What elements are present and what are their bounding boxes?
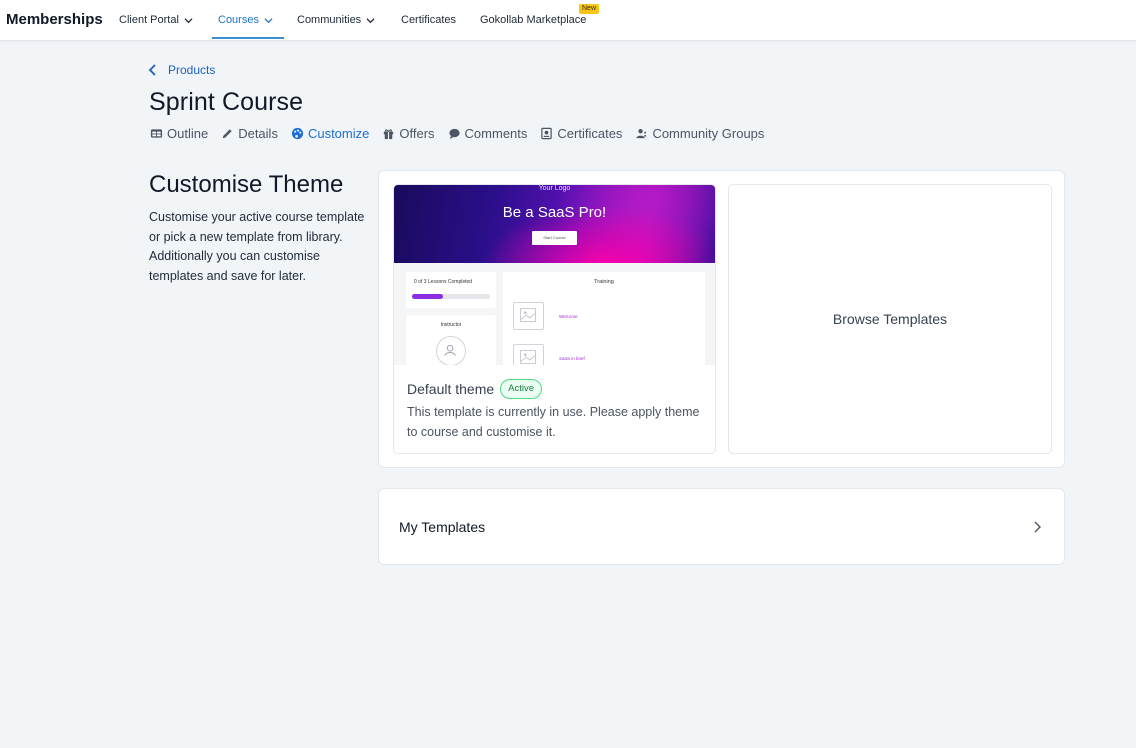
- nav-label: Courses: [218, 14, 259, 26]
- preview-progress-fill: [412, 294, 444, 299]
- pencil-icon: [223, 129, 232, 139]
- chevron-down-icon: [184, 17, 193, 23]
- brand-title: Memberships: [6, 11, 103, 28]
- nav-courses[interactable]: Courses: [218, 14, 273, 26]
- user-icon: [444, 344, 456, 356]
- my-templates-row[interactable]: My Templates: [378, 488, 1065, 565]
- default-theme-card[interactable]: Your Logo Be a SaaS Pro! Start Course 0 …: [393, 184, 716, 454]
- chevron-down-icon: [366, 17, 375, 23]
- section-title: Customise Theme: [149, 171, 344, 198]
- tab-offers[interactable]: Offers: [382, 126, 435, 141]
- table-icon: [150, 129, 163, 138]
- top-nav: Memberships Client Portal Courses Commun…: [0, 0, 1136, 41]
- nav-communities[interactable]: Communities: [297, 14, 375, 26]
- page-title: Sprint Course: [149, 88, 304, 116]
- preview-instructor-label: Instructor: [440, 322, 462, 328]
- preview-progress-bar: [412, 294, 490, 299]
- theme-name-row: Default theme Active: [407, 379, 543, 399]
- chevron-left-icon: [148, 64, 156, 76]
- preview-training-card: Training Welcome SaaS in brief: [503, 272, 705, 365]
- tab-customize[interactable]: Customize: [291, 126, 369, 141]
- active-nav-indicator: [212, 37, 284, 39]
- tab-outline[interactable]: Outline: [150, 126, 208, 141]
- section-description: Customise your active course template or…: [149, 210, 365, 283]
- preview-hero: Your Logo Be a SaaS Pro! Start Course: [394, 185, 715, 263]
- certificate-icon: [541, 127, 553, 140]
- tab-label: Certificates: [557, 126, 623, 141]
- theme-name: Default theme: [407, 381, 495, 397]
- preview-logo: Your Logo: [538, 185, 571, 192]
- tab-label: Outline: [167, 126, 209, 141]
- preview-hero-title: Be a SaaS Pro!: [502, 204, 607, 221]
- new-badge: New: [579, 4, 600, 14]
- nav-label: Gokollab Marketplace: [480, 14, 587, 26]
- nav-marketplace[interactable]: Gokollab Marketplace: [480, 14, 586, 26]
- nav-label: Communities: [297, 14, 362, 26]
- chevron-down-icon: [264, 17, 273, 23]
- preview-training-label: Training: [594, 279, 614, 285]
- image-placeholder-icon: [513, 344, 544, 365]
- theme-preview: Your Logo Be a SaaS Pro! Start Course 0 …: [394, 185, 715, 365]
- preview-lesson: SaaS in brief: [559, 356, 585, 361]
- tab-label: Comments: [464, 126, 528, 141]
- tab-label: Customize: [307, 126, 370, 141]
- nav-client-portal[interactable]: Client Portal: [119, 14, 193, 26]
- users-icon: [636, 129, 647, 139]
- breadcrumb-label: Products: [168, 63, 216, 77]
- browse-templates-card[interactable]: Browse Templates: [728, 184, 1052, 454]
- preview-instructor-card: Instructor: [406, 315, 496, 365]
- preview-lesson: Welcome: [559, 314, 578, 319]
- nav-certificates[interactable]: Certificates: [401, 14, 456, 26]
- course-tabs: Outline Details Customize Offers Comment…: [150, 126, 777, 141]
- preview-start-button: Start Course: [532, 231, 577, 245]
- image-placeholder-icon: [513, 302, 544, 330]
- palette-icon: [291, 127, 304, 140]
- preview-progress-card: 0 of 3 Lessons Completed: [406, 272, 496, 308]
- status-badge: Active: [500, 379, 543, 399]
- avatar: [436, 336, 466, 365]
- chevron-right-icon: [1034, 521, 1041, 533]
- tab-community-groups[interactable]: Community Groups: [635, 126, 764, 141]
- tab-details[interactable]: Details: [221, 126, 278, 141]
- preview-progress-label: 0 of 3 Lessons Completed: [414, 279, 473, 285]
- gift-icon: [384, 129, 394, 140]
- tab-label: Offers: [399, 126, 435, 141]
- chat-bubble-icon: [448, 128, 460, 140]
- nav-label: Client Portal: [119, 14, 179, 26]
- nav-label: Certificates: [401, 14, 457, 26]
- my-templates-label: My Templates: [399, 519, 486, 535]
- back-to-products-link[interactable]: Products: [148, 63, 215, 77]
- tab-certificates[interactable]: Certificates: [540, 126, 622, 141]
- theme-description: This template is currently in use. Pleas…: [407, 405, 700, 439]
- tab-comments[interactable]: Comments: [448, 126, 528, 141]
- tab-label: Community Groups: [652, 126, 765, 141]
- tab-label: Details: [238, 126, 278, 141]
- browse-templates-label: Browse Templates: [832, 311, 948, 327]
